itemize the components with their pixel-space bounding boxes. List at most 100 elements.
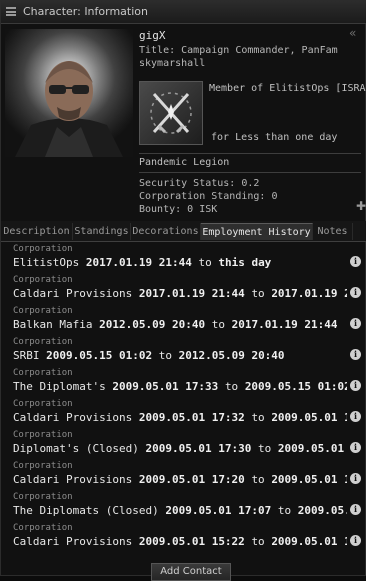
start-date: 2009.05.01 17:32: [138, 411, 245, 424]
end-date: 2017.01.19 21:44: [271, 287, 347, 300]
history-row-label: Corporation: [13, 306, 73, 316]
history-row-description: Caldari Provisions 2009.05.01 17:32 to 2…: [13, 411, 347, 424]
history-row[interactable]: Corporation Caldari Provisions 2009.05.01…: [1, 399, 366, 430]
end-date: 2009.05.01 17:07: [271, 535, 347, 548]
history-row-description: Caldari Provisions 2017.01.19 21:44 to 2…: [13, 287, 347, 300]
history-row-label: Corporation: [13, 337, 73, 347]
corporation-name[interactable]: Caldari Provisions: [13, 473, 132, 486]
history-row-description: Balkan Mafia 2012.05.09 20:40 to 2017.01…: [13, 318, 347, 331]
character-name: gigX: [139, 29, 166, 42]
info-icon[interactable]: i: [350, 256, 361, 267]
start-date: 2009.05.01 17:33: [112, 380, 219, 393]
corporation-section: Member of ElitistOps [ISRAD] for Less th…: [139, 81, 366, 149]
employment-history-list[interactable]: Corporation ElitistOps 2017.01.19 21:44 t…: [1, 244, 366, 558]
history-row-label: Corporation: [13, 275, 73, 285]
history-row-label: Corporation: [13, 368, 73, 378]
bounty: Bounty: 0 ISK: [139, 204, 218, 215]
character-info-window: Character: Information « gigX Title: Cam…: [0, 0, 366, 581]
tab-employment-history[interactable]: Employment History: [201, 223, 313, 240]
history-row-description: Diplomat's (Closed) 2009.05.01 17:30 to …: [13, 442, 347, 455]
history-row-label: Corporation: [13, 523, 73, 533]
info-icon[interactable]: i: [350, 473, 361, 484]
history-row[interactable]: Corporation Caldari Provisions 2009.05.01…: [1, 461, 366, 492]
tab-description[interactable]: Description: [1, 223, 73, 240]
corporation-name[interactable]: Caldari Provisions: [13, 287, 132, 300]
info-icon[interactable]: i: [350, 504, 361, 515]
window-title: Character: Information: [23, 5, 148, 18]
corporation-name[interactable]: Balkan Mafia: [13, 318, 92, 331]
history-row[interactable]: Corporation Balkan Mafia 2012.05.09 20:40…: [1, 306, 366, 337]
start-date: 2017.01.19 21:44: [85, 256, 192, 269]
info-icon[interactable]: i: [350, 442, 361, 453]
history-row-description: ElitistOps 2017.01.19 21:44 to this day: [13, 256, 347, 269]
corporation-name[interactable]: The Diplomat's: [13, 380, 106, 393]
corporation-name[interactable]: The Diplomats (Closed): [13, 504, 165, 517]
divider: [139, 172, 361, 173]
info-icon[interactable]: i: [350, 380, 361, 391]
history-row-label: Corporation: [13, 492, 73, 502]
history-row[interactable]: Corporation The Diplomats (Closed) 2009.0…: [1, 492, 366, 523]
tab-bar: Description Standings Decorations Employ…: [1, 221, 366, 242]
membership-duration: for Less than one day: [211, 132, 338, 143]
start-date: 2009.05.01 17:20: [138, 473, 245, 486]
connector-text: to: [198, 256, 212, 269]
connector-text: to: [224, 380, 239, 393]
connector-text: to: [251, 287, 265, 300]
swords-emblem-icon: [150, 92, 192, 134]
tab-decorations[interactable]: Decorations: [131, 223, 201, 240]
history-row-description: The Diplomat's 2009.05.01 17:33 to 2009.…: [13, 380, 347, 393]
connector-text: to: [277, 504, 292, 517]
corporation-name[interactable]: Diplomat's (Closed): [13, 442, 145, 455]
start-date: 2009.05.01 15:22: [138, 535, 245, 548]
menu-icon[interactable]: [6, 7, 16, 16]
history-row[interactable]: Corporation Caldari Provisions 2017.01.19…: [1, 275, 366, 306]
corporation-name[interactable]: Caldari Provisions: [13, 535, 132, 548]
end-date: 2009.05.01 17:30: [271, 473, 347, 486]
divider: [139, 153, 361, 154]
member-of-text[interactable]: Member of ElitistOps [ISRAD]: [209, 83, 366, 94]
history-row[interactable]: Corporation Caldari Provisions 2009.05.01…: [1, 523, 366, 554]
history-row[interactable]: Corporation SRBI 2009.05.15 01:02 to 2012…: [1, 337, 366, 368]
history-row[interactable]: Corporation ElitistOps 2017.01.19 21:44 t…: [1, 244, 366, 275]
tab-standings[interactable]: Standings: [73, 223, 131, 240]
portrait-image: [5, 29, 133, 157]
info-icon[interactable]: i: [350, 349, 361, 360]
corporation-name[interactable]: SRBI: [13, 349, 40, 362]
corporation-standing: Corporation Standing: 0: [139, 191, 278, 202]
history-row-label: Corporation: [13, 430, 73, 440]
end-date: this day: [218, 256, 272, 269]
history-row-label: Corporation: [13, 461, 73, 471]
info-icon[interactable]: i: [350, 287, 361, 298]
end-date: 2009.05.01 1: [297, 504, 347, 517]
tab-notes[interactable]: Notes: [313, 223, 353, 240]
start-date: 2009.05.01 17:07: [165, 504, 272, 517]
end-date: 2017.01.19 21:44: [231, 318, 338, 331]
history-row-description: SRBI 2009.05.15 01:02 to 2012.05.09 20:4…: [13, 349, 347, 362]
title-bar[interactable]: Character: Information: [1, 1, 366, 24]
plus-icon[interactable]: ✚: [356, 199, 366, 213]
character-portrait[interactable]: [5, 29, 133, 157]
start-date: 2009.05.15 01:02: [46, 349, 153, 362]
history-row-description: The Diplomats (Closed) 2009.05.01 17:07 …: [13, 504, 347, 517]
corporation-name[interactable]: ElitistOps: [13, 256, 79, 269]
connector-text: to: [158, 349, 172, 362]
history-row[interactable]: Corporation Diplomat's (Closed) 2009.05.0…: [1, 430, 366, 461]
connector-text: to: [251, 411, 265, 424]
corporation-logo[interactable]: [139, 81, 203, 145]
history-row[interactable]: Corporation The Diplomat's 2009.05.01 17:…: [1, 368, 366, 399]
connector-text: to: [258, 442, 272, 455]
add-contact-button[interactable]: Add Contact: [151, 563, 231, 581]
info-icon[interactable]: i: [350, 535, 361, 546]
end-date: 2009.05.01 17:33: [271, 411, 347, 424]
info-icon[interactable]: i: [350, 411, 361, 422]
info-icon[interactable]: i: [350, 318, 361, 329]
corporation-name[interactable]: Caldari Provisions: [13, 411, 132, 424]
start-date: 2012.05.09 20:40: [99, 318, 206, 331]
connector-text: to: [251, 473, 265, 486]
alliance-name[interactable]: Pandemic Legion: [139, 157, 229, 168]
collapse-icon[interactable]: «: [349, 26, 356, 40]
start-date: 2017.01.19 21:44: [138, 287, 245, 300]
end-date: 2012.05.09 20:40: [178, 349, 285, 362]
connector-text: to: [211, 318, 225, 331]
security-status: Security Status: 0.2: [139, 178, 260, 189]
